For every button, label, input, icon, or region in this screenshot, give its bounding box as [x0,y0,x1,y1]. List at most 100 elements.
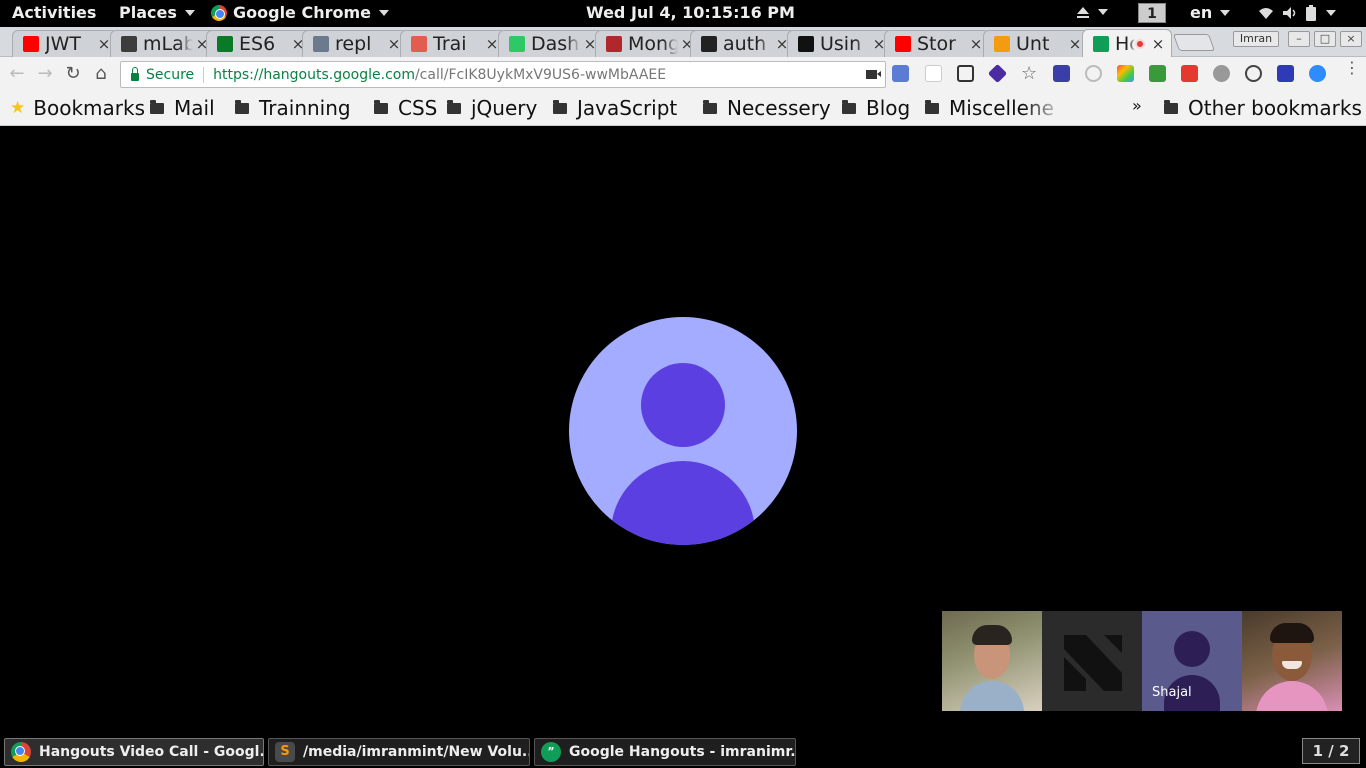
profile-name: Imran [1239,32,1273,45]
download-extension-icon[interactable] [1149,65,1166,82]
tab-hackerrank[interactable]: Dash × [498,30,604,57]
language-menu[interactable]: en [1190,3,1231,22]
tab-title: Usin [820,33,862,55]
overflow-label: » [1132,96,1142,115]
camera-icon[interactable] [866,70,881,79]
wifi-icon [1259,8,1273,19]
mongo-icon [606,36,622,52]
workspace-number: 1 [1138,3,1166,23]
close-tab-icon[interactable]: × [1149,35,1167,53]
folder-icon [447,99,461,114]
tab-mlab[interactable]: mLab × [110,30,216,57]
folder-icon [553,99,567,114]
taskbar-item-hangouts-video[interactable]: Hangouts Video Call - Googl... [4,738,264,766]
participant-name: Shajal [1152,685,1192,700]
folder-icon [150,99,164,114]
participant-photo [960,681,1024,711]
workspace-indicator[interactable]: 1 / 2 [1302,738,1360,764]
app-menu[interactable]: Google Chrome [211,3,390,22]
tab-repl[interactable]: repl × [302,30,408,57]
shield-extension-icon[interactable] [1277,65,1294,82]
stack-extension-icon[interactable] [987,63,1008,84]
workspace-switcher[interactable]: 1 [1138,3,1166,23]
task-label: Hangouts Video Call - Googl... [39,744,264,760]
bookmark-label: CSS [398,96,438,120]
back-button[interactable]: ← [6,63,28,85]
translate-extension-icon[interactable] [892,65,909,82]
places-menu[interactable]: Places [119,3,195,22]
activities-button[interactable]: Activities [12,3,96,22]
participant-tile[interactable]: Shajal [1142,611,1242,711]
taskbar-item-sublime[interactable]: S /media/imranmint/New Volu... [268,738,530,766]
tab-training[interactable]: Trai × [400,30,506,57]
globe-extension-icon[interactable] [1213,65,1230,82]
taskbar-item-hangouts[interactable]: ” Google Hangouts - imranimr... [534,738,796,766]
close-window-button[interactable]: × [1340,31,1362,47]
bookmark-folder-css[interactable]: CSS [374,96,437,120]
bookmark-folder-miscellene[interactable]: Miscellene [925,96,1065,120]
other-bookmarks[interactable]: Other bookmarks [1164,96,1362,120]
pdf-extension-icon[interactable] [1181,65,1198,82]
chevron-down-icon [1098,9,1108,15]
new-tab-button[interactable] [1172,34,1216,51]
tab-title: Dash [531,33,580,55]
url-host: https://hangouts.google.com [213,66,415,83]
chrome-icon [11,742,31,762]
hackerrank-icon [509,36,525,52]
tab-youtube[interactable]: Stor × [884,30,990,57]
screenshot-extension-icon[interactable] [957,65,974,82]
minimize-button[interactable]: – [1288,31,1310,47]
tab-title: mLab [143,33,193,55]
bookmark-folder-blog[interactable]: Blog [842,96,910,120]
bookmark-folder-mail[interactable]: Mail [150,96,215,120]
eject-menu[interactable] [1076,5,1108,19]
participant-tile[interactable] [1042,611,1142,711]
home-button[interactable]: ⌂ [90,63,112,85]
bookmark-folder-javascript[interactable]: JavaScript [553,96,677,120]
github-icon [701,36,717,52]
video-call-stage[interactable]: Shajal [0,127,1366,711]
bookmarks-bar: ★ Bookmarks Mail Trainning CSS jQuery Ja… [0,91,1366,126]
star-icon: ★ [10,98,26,118]
chrome-menu-icon[interactable]: ⋮ [1344,60,1360,76]
address-bar[interactable]: Secure https://hangouts.google.com /call… [120,61,886,88]
bookmark-label: JavaScript [577,96,678,120]
chevron-down-icon [1326,10,1336,16]
youtube-icon [895,36,911,52]
bookmark-folder-necessery[interactable]: Necessery [703,96,831,120]
tab-dev[interactable]: Usin × [787,30,893,57]
bookmark-extension-icon[interactable] [1053,65,1070,82]
bookmark-folder-trainning[interactable]: Trainning [235,96,351,120]
tab-mongo[interactable]: Mong × [595,30,701,57]
url-path: /call/FcIK8UykMxV9US6-wwMbAAEE [414,66,667,83]
bookmark-folder-jquery[interactable]: jQuery [447,96,537,120]
tab-youtube[interactable]: JWT × [12,30,118,57]
participant-tile[interactable] [942,611,1042,711]
bookmarks-overflow-button[interactable]: » [1132,96,1142,115]
bookmark-star-icon[interactable]: ☆ [1021,65,1038,83]
system-top-bar: Activities Places Google Chrome Wed Jul … [0,0,1366,27]
zoom-extension-icon[interactable] [1309,65,1326,82]
profile-button[interactable]: Imran [1233,31,1279,47]
tab-github[interactable]: auth × [690,30,796,57]
language-label: en [1190,3,1213,22]
bookmark-label: Necessery [727,96,831,120]
task-label: Google Hangouts - imranimr... [569,744,796,760]
tab-es6[interactable]: ES6 × [206,30,312,57]
avatar-head [641,363,725,447]
extension-circle-icon[interactable] [1085,65,1102,82]
reload-button[interactable]: ↻ [62,63,84,85]
bookmark-bookmarks[interactable]: ★ Bookmarks [10,96,145,120]
forward-button[interactable]: → [34,63,56,85]
system-status-menu[interactable] [1258,5,1336,21]
aperture-extension-icon[interactable] [1245,65,1262,82]
colorpicker-extension-icon[interactable] [1117,65,1134,82]
calendar-extension-icon[interactable] [925,65,942,82]
tab-untitled[interactable]: Unt × [983,30,1089,57]
tab-hangouts[interactable]: Ho × [1082,29,1172,57]
chrome-icon [211,4,227,21]
clock[interactable]: Wed Jul 4, 10:15:16 PM [586,3,795,22]
participant-tile[interactable] [1242,611,1342,711]
maximize-button[interactable]: □ [1314,31,1336,47]
bookmark-label: Bookmarks [33,96,145,120]
